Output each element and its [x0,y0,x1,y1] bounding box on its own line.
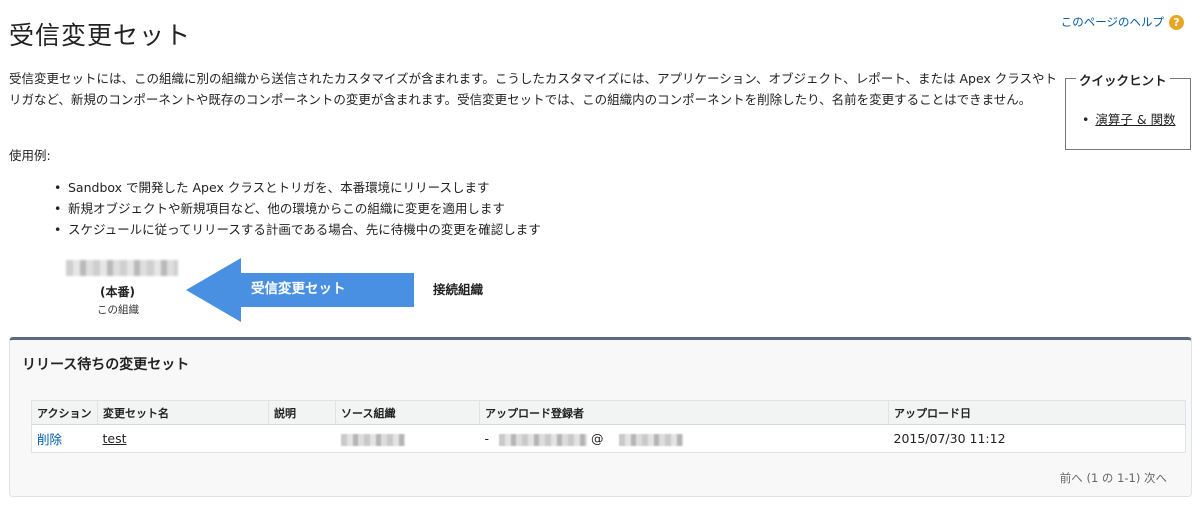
help-link-label: このページのヘルプ [1060,15,1164,29]
cell-uploader: - @ [480,425,889,453]
quickhint-title: クイックヒント [1076,70,1170,89]
pager-next[interactable]: 次へ [1144,471,1167,485]
delete-link[interactable]: 削除 [37,432,62,447]
intro-description: 受信変更セットには、この組織に別の組織から送信されたカスタマイズが含まれます。こ… [9,71,1058,107]
column-header-action: アクション [31,400,98,425]
cell-name: test [98,425,269,453]
usage-example-item: スケジュールに従ってリリースする計画である場合、先に待機中の変更を確認します [54,219,541,240]
quickhint-box: クイックヒント • 演算子 & 関数 [1065,70,1191,150]
blurred-source-org [340,433,405,446]
panel-title: リリース待ちの変更セット [22,357,190,373]
uploader-prefix: - [484,431,490,446]
usage-label: 使用例: [9,148,51,163]
blurred-uploader-name [499,433,587,446]
changeset-name-link[interactable]: test [103,431,127,446]
usage-examples-list: Sandbox で開発した Apex クラスとトリガを、本番環境にリリースします… [54,177,541,240]
page-title: 受信変更セット [9,21,192,50]
blurred-uploader-domain [619,433,684,446]
column-header-description: 説明 [268,400,336,425]
cell-upload-date: 2015/07/30 11:12 [893,431,1006,446]
pager-prev[interactable]: 前へ [1060,471,1083,485]
cell-description [269,425,336,453]
cell-action: 削除 [32,425,98,453]
org-production-label: (本番) [100,285,135,299]
arrow-label: 受信変更セット [251,281,346,297]
table-header-row: アクション 変更セット名 説明 ソース組織 アップロード登録者 アップロード日 [31,400,1186,425]
question-icon: ? [1169,14,1184,30]
table-row: 削除 test - @ 2015/07/30 11:12 [32,425,1186,453]
connected-org-label: 接続組織 [433,282,484,297]
quickhint-link-operators-functions[interactable]: 演算子 & 関数 [1095,112,1175,127]
usage-example-item: Sandbox で開発した Apex クラスとトリガを、本番環境にリリースします [54,177,541,198]
column-header-uploader: アップロード登録者 [479,400,889,425]
blurred-org-name [66,260,178,276]
uploader-at-sign: @ [590,431,604,446]
pending-changesets-panel: リリース待ちの変更セット アクション 変更セット名 説明 ソース組織 アップロー… [9,337,1192,497]
usage-example-item: 新規オブジェクトや新規項目など、他の環境からこの組織に変更を適用します [54,198,541,219]
column-header-name: 変更セット名 [97,400,269,425]
help-link[interactable]: このページのヘルプ ? [1061,14,1184,30]
quickhint-item: • 演算子 & 関数 [1082,112,1176,127]
pagination: 前へ (1 の 1-1) 次へ [1060,470,1167,486]
changesets-table: アクション 変更セット名 説明 ソース組織 アップロード登録者 アップロード日 … [31,400,1186,453]
org-this-label: この組織 [97,304,139,316]
cell-source-org [336,425,480,453]
pager-range: (1 の 1-1) [1086,471,1141,485]
column-header-source-org: ソース組織 [335,400,480,425]
column-header-upload-date: アップロード日 [888,400,1186,425]
